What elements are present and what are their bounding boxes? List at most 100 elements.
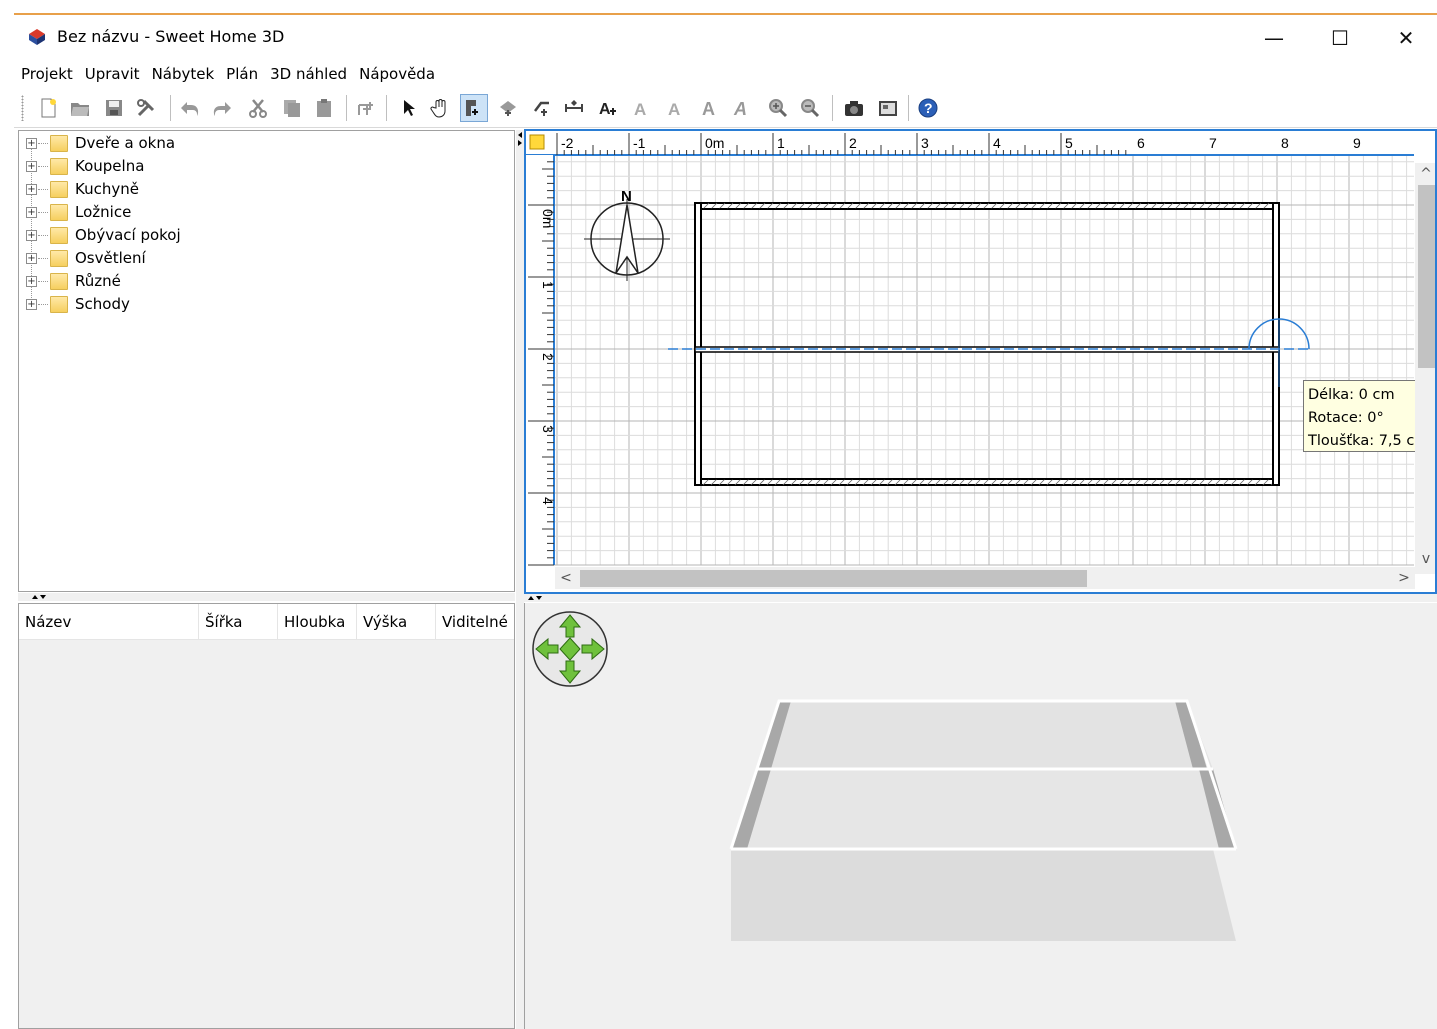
close-button[interactable]: ✕ [1373, 15, 1437, 60]
tree-connector [38, 166, 48, 167]
tree-item-label: Obývací pokoj [75, 226, 181, 244]
menu-upravit[interactable]: Upravit [85, 65, 140, 83]
splitter-arrows-icon[interactable] [528, 595, 542, 601]
tree-expand-icon[interactable]: + [26, 230, 37, 241]
create-walls-icon[interactable] [460, 94, 488, 122]
plan-vertical-scrollbar[interactable]: ^ v [1415, 163, 1435, 574]
furniture-list: Název Šířka Hloubka Výška Viditelné [18, 603, 515, 1029]
menu-nabytek[interactable]: Nábytek [152, 65, 215, 83]
plan-canvas[interactable]: -2 -1 0m 1 2 3 4 5 6 7 8 9 0m 1 2 3 4 N [526, 131, 1435, 592]
column-header-nazev[interactable]: Název [19, 604, 199, 640]
menu-plan[interactable]: Plán [226, 65, 258, 83]
column-header-hloubka[interactable]: Hloubka [278, 604, 357, 640]
increase-text-icon[interactable]: A [628, 94, 656, 122]
sweet-home-app-icon [29, 29, 45, 45]
bold-text-icon[interactable]: A [696, 94, 724, 122]
pan-hand-icon[interactable] [426, 94, 454, 122]
plan-view[interactable]: -2 -1 0m 1 2 3 4 5 6 7 8 9 0m 1 2 3 4 N Délka: 0 cm Rotac… [524, 129, 1437, 594]
paste-icon[interactable] [310, 94, 338, 122]
tree-item-schody[interactable]: + Schody [19, 293, 499, 316]
help-icon[interactable]: ? [914, 94, 942, 122]
maximize-button[interactable]: ☐ [1307, 15, 1373, 60]
tree-connector [38, 281, 48, 282]
tree-expand-icon[interactable]: + [26, 207, 37, 218]
right-pane-splitter[interactable] [524, 594, 1437, 602]
create-dimensions-icon[interactable] [560, 94, 588, 122]
italic-text-icon[interactable]: A [728, 94, 756, 122]
add-text-icon[interactable]: A [594, 94, 622, 122]
save-icon[interactable] [100, 94, 128, 122]
plan-wall [694, 202, 702, 486]
tree-expand-icon[interactable]: + [26, 299, 37, 310]
furniture-catalog-tree: + Dveře a okna + Koupelna + Kuchyně + Lo… [18, 130, 515, 592]
zoom-in-icon[interactable] [764, 94, 792, 122]
tree-expand-icon[interactable]: + [26, 184, 37, 195]
tree-item-kuchyne[interactable]: + Kuchyně [19, 178, 499, 201]
toolbar-grip[interactable] [21, 95, 24, 121]
add-furniture-icon[interactable] [352, 94, 380, 122]
3d-view[interactable] [524, 603, 1437, 1029]
decrease-text-icon[interactable]: A [662, 94, 690, 122]
tree-item-dvere-a-okna[interactable]: + Dveře a okna [19, 132, 499, 155]
create-rooms-icon[interactable] [494, 94, 522, 122]
cut-icon[interactable] [244, 94, 272, 122]
create-photo-icon[interactable] [840, 94, 868, 122]
zoom-out-icon[interactable] [796, 94, 824, 122]
tree-expand-icon[interactable]: + [26, 253, 37, 264]
left-pane-splitter[interactable] [18, 593, 515, 601]
menu-3d-nahled[interactable]: 3D náhled [270, 65, 347, 83]
scroll-left-arrow[interactable]: < [555, 567, 577, 589]
3d-canvas[interactable] [525, 603, 1437, 1029]
tree-item-ruzne[interactable]: + Různé [19, 270, 499, 293]
column-header-viditelne[interactable]: Viditelné [436, 604, 514, 640]
toolbar-separator [386, 95, 387, 121]
folder-icon [50, 250, 68, 267]
plan-lock-icon [529, 134, 545, 150]
x-ruler-label: 8 [1281, 135, 1289, 151]
undo-icon[interactable] [176, 94, 204, 122]
plan-horizontal-scroll-thumb[interactable] [580, 570, 1087, 587]
x-ruler-label: 9 [1353, 135, 1361, 151]
open-folder-icon[interactable] [66, 94, 94, 122]
y-ruler-label: 2 [540, 353, 556, 361]
tree-connector [38, 189, 48, 190]
3d-walls-model [729, 699, 1238, 941]
redo-icon[interactable] [208, 94, 236, 122]
vertical-pane-splitter[interactable] [516, 130, 524, 1029]
splitter-arrows-icon[interactable] [32, 594, 46, 600]
create-video-icon[interactable] [874, 94, 902, 122]
menu-napoveda[interactable]: Nápověda [359, 65, 435, 83]
tree-item-label: Ložnice [75, 203, 132, 221]
tree-expand-icon[interactable]: + [26, 161, 37, 172]
tree-item-label: Osvětlení [75, 249, 146, 267]
select-pointer-icon[interactable] [394, 94, 422, 122]
tree-item-loznice[interactable]: + Ložnice [19, 201, 499, 224]
create-polylines-icon[interactable] [528, 94, 556, 122]
scroll-up-arrow[interactable]: ^ [1415, 163, 1435, 185]
tree-connector [38, 212, 48, 213]
tree-item-obyvaci-pokoj[interactable]: + Obývací pokoj [19, 224, 499, 247]
new-file-icon[interactable] [34, 94, 62, 122]
tree-item-osvetleni[interactable]: + Osvětlení [19, 247, 499, 270]
tree-expand-icon[interactable]: + [26, 138, 37, 149]
x-ruler-label: 4 [993, 135, 1001, 151]
x-ruler-label: 2 [849, 135, 857, 151]
tree-expand-icon[interactable]: + [26, 276, 37, 287]
plan-horizontal-scrollbar[interactable]: < > [555, 567, 1415, 589]
column-header-sirka[interactable]: Šířka [199, 604, 278, 640]
scroll-right-arrow[interactable]: > [1393, 567, 1415, 589]
x-ruler-label: 3 [921, 135, 929, 151]
preferences-icon[interactable] [132, 94, 160, 122]
tree-item-koupelna[interactable]: + Koupelna [19, 155, 499, 178]
scroll-down-arrow[interactable]: v [1415, 548, 1435, 570]
tooltip-length: Délka: 0 cm [1308, 387, 1395, 403]
y-ruler-label: 1 [540, 281, 556, 289]
minimize-button[interactable]: — [1241, 15, 1307, 60]
copy-icon[interactable] [278, 94, 306, 122]
tree-item-label: Koupelna [75, 157, 145, 175]
3d-navigation-icon[interactable] [532, 611, 608, 687]
menu-projekt[interactable]: Projekt [21, 65, 73, 83]
plan-vertical-scroll-thumb[interactable] [1418, 185, 1435, 368]
column-header-vyska[interactable]: Výška [357, 604, 436, 640]
splitter-arrows-icon[interactable] [517, 132, 523, 146]
